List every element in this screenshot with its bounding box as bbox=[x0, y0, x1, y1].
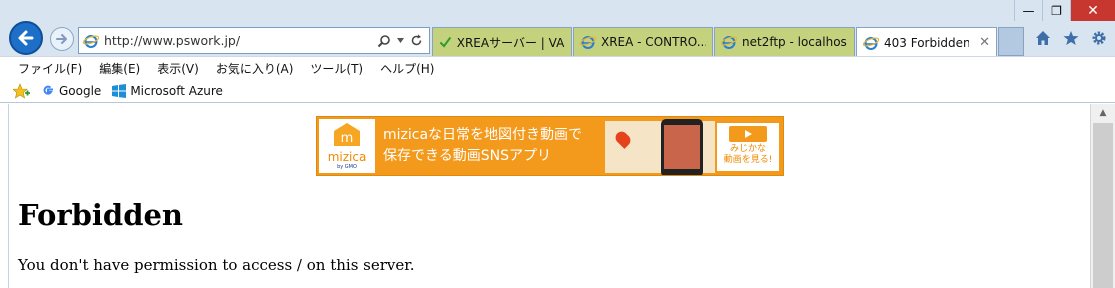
google-icon bbox=[43, 85, 53, 95]
menu-favorites[interactable]: お気に入り(A) bbox=[216, 60, 294, 77]
menu-bar: ファイル(F) 編集(E) 表示(V) お気に入り(A) ツール(T) ヘルプ(… bbox=[0, 56, 1115, 80]
tab-close-icon[interactable]: ✕ bbox=[979, 35, 990, 50]
tab-net2ftp[interactable]: net2ftp - localhos... bbox=[714, 27, 855, 56]
windows-icon bbox=[112, 84, 127, 98]
scroll-up-arrow-icon[interactable]: ▲ bbox=[1091, 104, 1115, 121]
favorite-google[interactable]: Google bbox=[41, 84, 101, 98]
ad-line-2: 保存できる動画SNSアプリ bbox=[383, 148, 551, 164]
address-url[interactable]: http://www.pswork.jp/ bbox=[104, 33, 377, 48]
dropdown-caret-icon[interactable] bbox=[397, 38, 404, 43]
menu-help[interactable]: ヘルプ(H) bbox=[380, 60, 434, 77]
home-icon[interactable] bbox=[1035, 30, 1051, 46]
tab-label: 403 Forbidden bbox=[884, 35, 970, 50]
ie-page-icon bbox=[863, 36, 879, 50]
favorites-add-star-icon bbox=[13, 83, 30, 99]
ad-logo: m mizica by GMO bbox=[319, 119, 375, 173]
ie-page-icon bbox=[721, 36, 737, 49]
ad-copy: mizicaな日常を地図付き動画で 保存できる動画SNSアプリ bbox=[383, 125, 582, 167]
address-tools bbox=[377, 34, 423, 48]
arrow-left-icon bbox=[18, 30, 34, 46]
arrow-right-icon bbox=[56, 34, 67, 44]
forward-button[interactable] bbox=[50, 27, 74, 51]
search-icon[interactable] bbox=[377, 34, 391, 48]
refresh-icon[interactable] bbox=[410, 34, 423, 47]
ad-phone-image bbox=[661, 119, 703, 175]
ad-logo-text: mizica bbox=[327, 150, 367, 164]
ad-phone-screen bbox=[664, 125, 700, 169]
tab-xrea-control[interactable]: XREA - CONTRO... bbox=[573, 27, 713, 56]
error-message: You don't have permission to access / on… bbox=[18, 256, 415, 274]
ad-cta-text: みじかな 動画を見る! bbox=[723, 144, 773, 165]
ie-page-icon bbox=[83, 34, 99, 48]
restore-button[interactable]: ❐ bbox=[1042, 0, 1070, 21]
ie-page-icon bbox=[580, 36, 596, 49]
tab-xrea-server[interactable]: XREAサーバー | VA... bbox=[432, 27, 572, 56]
address-bar[interactable]: http://www.pswork.jp/ bbox=[78, 27, 430, 54]
page-title: Forbidden bbox=[18, 198, 184, 232]
svg-text:m: m bbox=[341, 131, 354, 146]
ad-logo-sub: by GMO bbox=[337, 164, 357, 170]
play-icon bbox=[729, 126, 767, 142]
menu-tools[interactable]: ツール(T) bbox=[310, 60, 363, 77]
menu-file[interactable]: ファイル(F) bbox=[18, 60, 82, 77]
favorites-bar: Google Microsoft Azure bbox=[0, 80, 1115, 103]
tab-403-forbidden[interactable]: 403 Forbidden ✕ bbox=[856, 27, 997, 57]
window-controls: — ❐ ✕ bbox=[1014, 0, 1115, 22]
tab-strip: XREAサーバー | VA... XREA - CONTRO... net2ft… bbox=[432, 27, 1024, 57]
vertical-scrollbar[interactable]: ▲ bbox=[1090, 104, 1115, 288]
page-viewport: m mizica by GMO mizicaな日常を地図付き動画で 保存できる動… bbox=[8, 104, 1090, 288]
add-favorite-button[interactable] bbox=[13, 83, 30, 99]
favorite-microsoft-azure[interactable]: Microsoft Azure bbox=[112, 84, 223, 98]
favorites-star-icon[interactable] bbox=[1063, 30, 1079, 46]
new-tab-button[interactable] bbox=[998, 27, 1024, 56]
scroll-thumb[interactable] bbox=[1093, 123, 1113, 288]
settings-gear-icon[interactable] bbox=[1091, 30, 1107, 46]
ad-line-1: mizicaな日常を地図付き動画で bbox=[383, 127, 583, 143]
close-window-button[interactable]: ✕ bbox=[1070, 0, 1115, 21]
favorite-label: Microsoft Azure bbox=[130, 84, 223, 98]
back-button[interactable] bbox=[9, 21, 43, 55]
mizica-logo-icon: m bbox=[334, 123, 360, 146]
tab-label: XREA - CONTRO... bbox=[601, 35, 706, 49]
ad-cta-button[interactable]: みじかな 動画を見る! bbox=[717, 123, 779, 171]
check-icon bbox=[439, 36, 452, 48]
ad-banner[interactable]: m mizica by GMO mizicaな日常を地図付き動画で 保存できる動… bbox=[316, 116, 784, 176]
tab-label: XREAサーバー | VA... bbox=[456, 35, 565, 50]
menu-view[interactable]: 表示(V) bbox=[157, 60, 199, 77]
menu-edit[interactable]: 編集(E) bbox=[99, 60, 140, 77]
minimize-button[interactable]: — bbox=[1014, 0, 1042, 21]
browser-tools bbox=[1035, 30, 1107, 46]
tab-label: net2ftp - localhos... bbox=[742, 35, 848, 49]
favorite-label: Google bbox=[59, 84, 102, 98]
